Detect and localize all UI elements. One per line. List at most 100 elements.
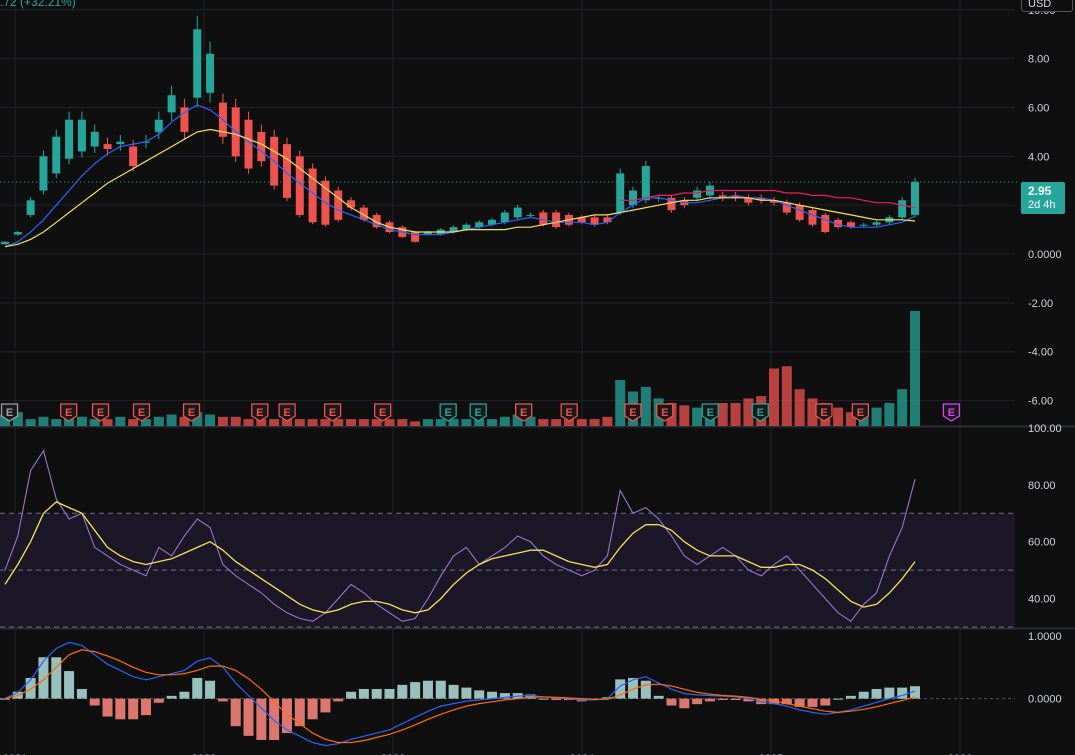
volume-bar	[153, 416, 164, 426]
earnings-letter: E	[757, 407, 764, 419]
earnings-marker[interactable]: E	[439, 403, 457, 422]
earnings-letter: E	[256, 407, 263, 419]
candle	[641, 166, 650, 201]
earnings-marker[interactable]: E	[374, 403, 392, 422]
macd-histogram-bar	[692, 698, 703, 705]
earnings-letter: E	[444, 407, 451, 419]
macd-histogram-bar	[371, 688, 382, 699]
candle	[13, 232, 22, 235]
macd-histogram-bar	[294, 698, 305, 727]
macd-histogram-bar	[89, 698, 100, 706]
volume-bar	[538, 419, 549, 426]
macd-histogram-bar	[461, 687, 472, 699]
macd-histogram-bar	[551, 698, 562, 701]
volume-bar	[346, 419, 357, 426]
candle	[257, 131, 266, 162]
candle	[898, 200, 907, 218]
macd-histogram-bar	[653, 695, 664, 699]
earnings-marker[interactable]: E	[942, 403, 961, 422]
rsi-tick: 60.00	[1028, 537, 1056, 549]
macd-histogram-bar	[820, 698, 831, 706]
macd-histogram-bar	[333, 698, 344, 702]
macd-histogram-bar	[833, 698, 844, 700]
macd-histogram-bar	[730, 698, 741, 701]
candle	[167, 95, 176, 113]
macd-histogram-bar	[704, 698, 715, 702]
volume-bar	[205, 414, 216, 426]
last-price-value: 2.95	[1028, 184, 1052, 198]
volume-bar	[320, 419, 331, 426]
earnings-marker[interactable]: E	[469, 403, 487, 422]
candle	[808, 210, 817, 225]
rsi-tick: 40.00	[1028, 594, 1056, 606]
price-candles	[1, 15, 919, 245]
signal-line	[4, 649, 916, 744]
earnings-marker[interactable]: E	[701, 403, 719, 422]
earnings-marker[interactable]: E	[560, 403, 578, 422]
earnings-marker[interactable]: E	[60, 403, 78, 422]
earnings-marker[interactable]: E	[132, 403, 151, 422]
earnings-letter: E	[475, 407, 482, 419]
candle	[193, 29, 202, 98]
volume-bar	[576, 419, 587, 426]
candle	[129, 146, 138, 167]
candle	[821, 214, 830, 233]
candle	[872, 222, 881, 225]
volume-bar	[730, 403, 741, 426]
macd-histogram-bar	[25, 677, 36, 699]
earnings-letter: E	[329, 407, 336, 419]
chart-canvas[interactable]: EEEEEEEEEEEEEEEEEEEE 10.008.006.004.002.…	[0, 0, 1075, 755]
macd-histogram-bar	[435, 680, 446, 699]
macd-histogram-bar	[858, 691, 869, 699]
macd-histogram-bar	[807, 698, 818, 707]
macd-histogram-bar	[179, 691, 190, 699]
candle	[334, 190, 343, 220]
macd-histogram-bar	[666, 698, 677, 706]
earnings-marker[interactable]: E	[624, 403, 642, 422]
macd-histogram-bar	[76, 688, 87, 699]
earnings-marker[interactable]: E	[251, 403, 269, 422]
volume-bar	[38, 416, 49, 426]
volume-bar	[358, 419, 369, 426]
macd-histogram-bar	[166, 695, 177, 699]
earnings-letter: E	[820, 407, 827, 419]
macd-histogram-bar	[243, 698, 254, 736]
candle	[552, 212, 561, 228]
volume-bar	[499, 416, 510, 426]
candle	[154, 119, 163, 132]
price-tick: -2.00	[1028, 298, 1053, 310]
macd-histogram-bar	[307, 698, 318, 720]
volume-bar	[307, 419, 318, 426]
volume-bar	[717, 403, 728, 426]
macd-histogram-bar	[230, 698, 241, 727]
earnings-letter: E	[188, 407, 195, 419]
earnings-marker[interactable]: E	[278, 403, 296, 422]
macd-histogram-bar	[217, 698, 228, 702]
volume-bar	[679, 405, 690, 426]
earnings-letter: E	[629, 407, 636, 419]
price-tick: 0.0000	[1028, 249, 1062, 261]
volume-bar	[794, 389, 805, 426]
currency-selector[interactable]: USD	[1021, 0, 1073, 12]
earnings-marker[interactable]: E	[323, 403, 342, 422]
macd-histogram-bar	[679, 698, 690, 709]
earnings-letter: E	[566, 407, 573, 419]
macd-histogram-bar	[384, 688, 395, 699]
macd-histogram-bar	[871, 688, 882, 699]
rsi-panel	[0, 449, 1015, 628]
macd-histogram-bar	[640, 680, 651, 699]
volume-bar	[115, 416, 126, 426]
candle	[90, 131, 99, 147]
macd-histogram-bar	[0, 698, 10, 700]
volume-bar	[833, 407, 844, 426]
macd-histogram-bar	[884, 687, 895, 699]
earnings-letter: E	[520, 407, 527, 419]
macd-histogram-bar	[153, 698, 164, 703]
earnings-letter: E	[379, 407, 386, 419]
volume-bar	[871, 407, 882, 426]
volume-bar	[269, 419, 280, 426]
volume-bar	[102, 419, 113, 426]
volume-bar	[166, 414, 177, 426]
macd-panel	[0, 641, 1015, 747]
earnings-marker[interactable]: E	[91, 403, 110, 422]
